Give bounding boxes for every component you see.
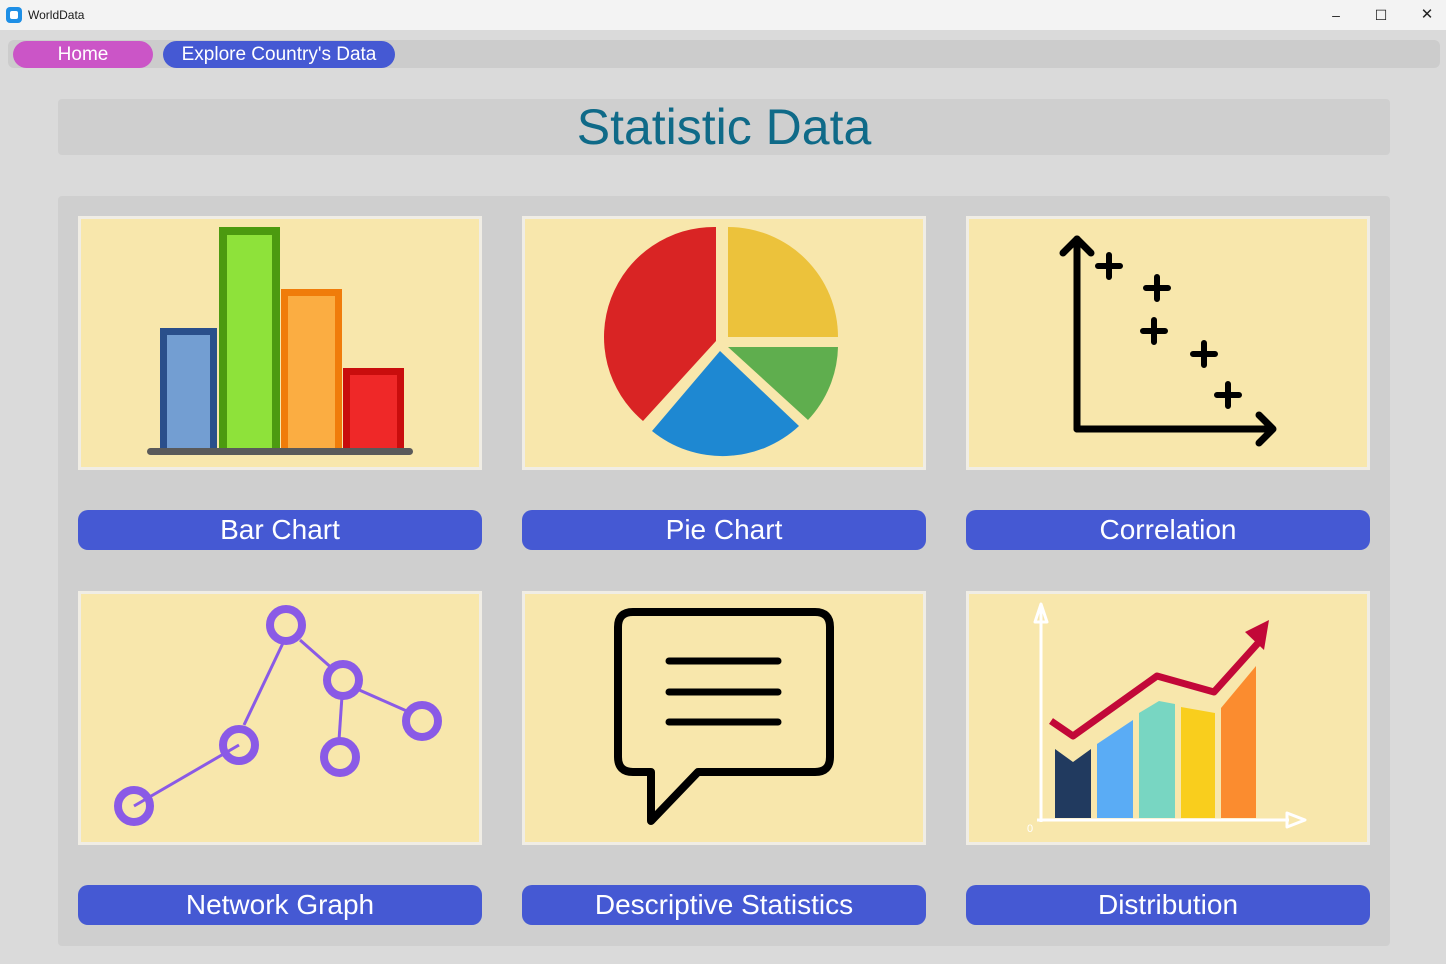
page-title: Statistic Data	[576, 99, 872, 155]
nav-bar: Home Explore Country's Data	[8, 40, 1440, 68]
pie-chart-card-image[interactable]	[522, 216, 926, 470]
maximize-icon[interactable]: ☐	[1358, 0, 1404, 30]
origin-label: 0	[1027, 823, 1033, 835]
window-title: WorldData	[28, 8, 85, 22]
page-header: Statistic Data	[58, 99, 1390, 155]
home-button[interactable]: Home	[13, 41, 153, 68]
network-graph-card-image[interactable]	[78, 591, 482, 845]
descriptive-statistics-button[interactable]: Descriptive Statistics	[522, 885, 926, 925]
speech-bubble-icon	[614, 608, 834, 825]
explore-country-data-button[interactable]: Explore Country's Data	[163, 41, 395, 68]
bar-chart-card-image[interactable]	[78, 216, 482, 470]
network-graph-button[interactable]: Network Graph	[78, 885, 482, 925]
close-icon[interactable]: ✕	[1404, 0, 1446, 30]
app-icon	[6, 7, 22, 23]
title-bar: WorldData – ☐ ✕	[0, 0, 1446, 30]
descriptive-statistics-card-image[interactable]	[522, 591, 926, 845]
growth-chart-icon: 0	[1027, 602, 1307, 835]
pie-chart-button[interactable]: Pie Chart	[522, 510, 926, 550]
minimize-icon[interactable]: –	[1313, 0, 1359, 30]
scatter-plot-icon	[1059, 235, 1277, 447]
bar-chart-icon	[147, 227, 413, 455]
correlation-card-image[interactable]	[966, 216, 1370, 470]
pie-chart-icon	[603, 226, 838, 457]
bar-chart-button[interactable]: Bar Chart	[78, 510, 482, 550]
correlation-button[interactable]: Correlation	[966, 510, 1370, 550]
statistics-panel: Bar Chart Pie Chart Correlation Network …	[58, 196, 1390, 946]
network-graph-icon	[114, 605, 442, 826]
distribution-card-image[interactable]: 0	[966, 591, 1370, 845]
distribution-button[interactable]: Distribution	[966, 885, 1370, 925]
